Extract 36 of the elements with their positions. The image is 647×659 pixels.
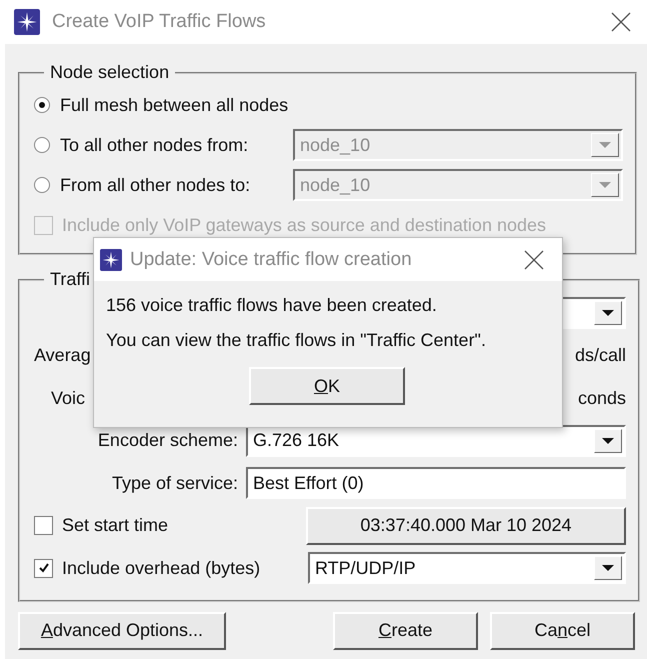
- star-icon: [14, 9, 40, 35]
- radio-button[interactable]: [34, 97, 50, 113]
- close-icon[interactable]: [524, 250, 544, 270]
- encoder-dropdown[interactable]: G.726 16K: [246, 424, 626, 457]
- close-icon[interactable]: [611, 12, 631, 32]
- window-title: Create VoIP Traffic Flows: [52, 11, 266, 33]
- unit-label: conds: [578, 388, 626, 409]
- radio-label: From all other nodes to:: [60, 174, 250, 196]
- radio-button[interactable]: [34, 137, 50, 153]
- create-button[interactable]: Create: [333, 612, 478, 650]
- unit-label: ds/call: [574, 345, 626, 366]
- field-label: Encoder scheme:: [96, 430, 239, 452]
- ok-button[interactable]: OK: [249, 367, 405, 405]
- start-time-button[interactable]: 03:37:40.000 Mar 10 2024: [306, 506, 626, 545]
- field-label: Averag: [34, 345, 91, 366]
- message-text: 156 voice traffic flows have been created.: [106, 295, 438, 316]
- checkmark-icon: [38, 562, 50, 574]
- group-title: Traffi: [49, 269, 92, 290]
- field-label: Voic: [51, 388, 86, 409]
- field-label: Type of service:: [110, 472, 239, 494]
- radio-label: To all other nodes from:: [60, 134, 248, 156]
- service-field[interactable]: Best Effort (0): [246, 467, 626, 500]
- checkbox[interactable]: [34, 558, 53, 578]
- overhead-dropdown[interactable]: RTP/UDP/IP: [308, 552, 626, 584]
- advanced-options-button[interactable]: Advanced Options...: [18, 612, 226, 650]
- group-title: Node selection: [49, 62, 170, 83]
- radio-button[interactable]: [34, 177, 50, 193]
- dialog-title: Update: Voice traffic flow creation: [130, 248, 412, 270]
- star-icon: [100, 248, 122, 270]
- radio-label: Full mesh between all nodes: [60, 94, 288, 116]
- cancel-button[interactable]: Cancel: [490, 612, 635, 650]
- checkbox-label: Include overhead (bytes): [62, 558, 260, 579]
- checkbox-label: Set start time: [62, 515, 168, 536]
- message-text: You can view the traffic flows in "Traffic Center".: [106, 330, 487, 351]
- checkbox[interactable]: [34, 516, 53, 536]
- checkbox-label: Include only VoIP gateways as source and destination nodes: [62, 214, 546, 236]
